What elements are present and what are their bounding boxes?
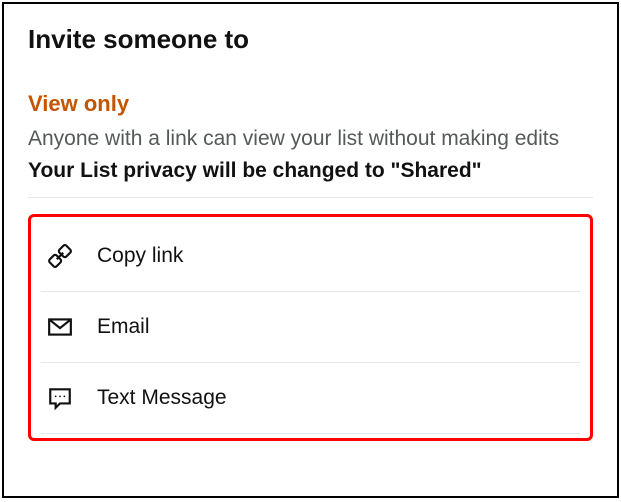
dialog-description: Anyone with a link can view your list wi… bbox=[28, 125, 593, 153]
text-message-icon bbox=[47, 385, 73, 411]
share-options: Copy link Email Text Message bbox=[28, 214, 593, 441]
option-label: Email bbox=[97, 315, 150, 339]
invite-dialog: Invite someone to View only Anyone with … bbox=[2, 2, 619, 498]
dialog-subtitle: View only bbox=[28, 91, 593, 117]
dialog-title: Invite someone to bbox=[28, 24, 593, 55]
copy-link-option[interactable]: Copy link bbox=[41, 221, 580, 291]
privacy-notice: Your List privacy will be changed to "Sh… bbox=[28, 159, 593, 183]
link-icon bbox=[47, 243, 73, 269]
text-message-option[interactable]: Text Message bbox=[41, 362, 580, 434]
divider bbox=[28, 197, 593, 198]
option-label: Text Message bbox=[97, 386, 227, 410]
email-option[interactable]: Email bbox=[41, 291, 580, 362]
option-label: Copy link bbox=[97, 244, 183, 268]
email-icon bbox=[47, 314, 73, 340]
